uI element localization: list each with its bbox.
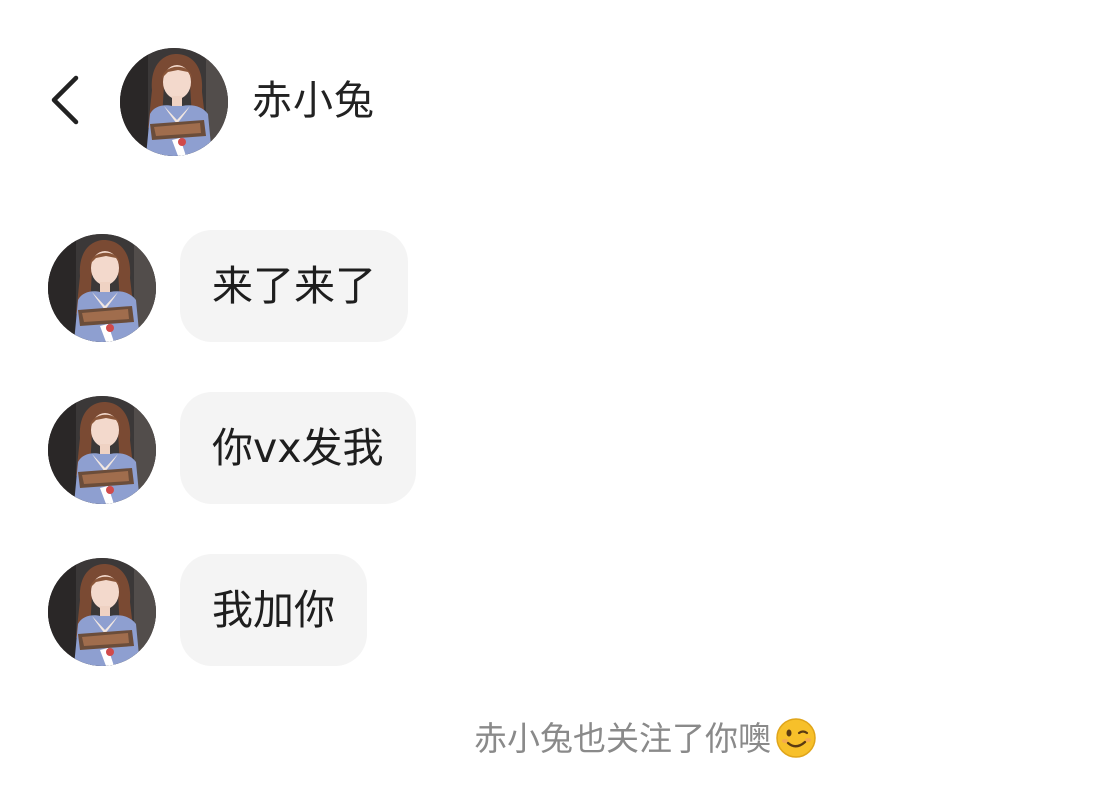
follow-notice-text: 赤小兔也关注了你噢 (474, 719, 771, 758)
avatar-photo-icon (48, 558, 156, 666)
chat-header: 赤小兔 (0, 40, 1113, 165)
chevron-left-icon (51, 75, 79, 125)
message-bubble[interactable]: 来了来了 (180, 230, 408, 342)
message-bubble[interactable]: 你vx发我 (180, 392, 416, 504)
message-bubble[interactable]: 我加你 (180, 554, 367, 666)
contact-name[interactable]: 赤小兔 (252, 76, 375, 126)
avatar-photo-icon (48, 396, 156, 504)
avatar-photo-icon (120, 48, 228, 156)
message-row: 来了来了 (0, 230, 1113, 342)
follow-notice: 赤小兔也关注了你噢 (474, 716, 817, 762)
message-row: 你vx发我 (0, 392, 1113, 504)
winking-face-emoji-icon (776, 717, 816, 758)
sender-avatar[interactable] (48, 396, 156, 504)
contact-avatar[interactable] (120, 48, 228, 156)
sender-avatar[interactable] (48, 234, 156, 342)
message-row: 我加你 (0, 554, 1113, 666)
back-button[interactable] (38, 70, 88, 130)
sender-avatar[interactable] (48, 558, 156, 666)
avatar-photo-icon (48, 234, 156, 342)
